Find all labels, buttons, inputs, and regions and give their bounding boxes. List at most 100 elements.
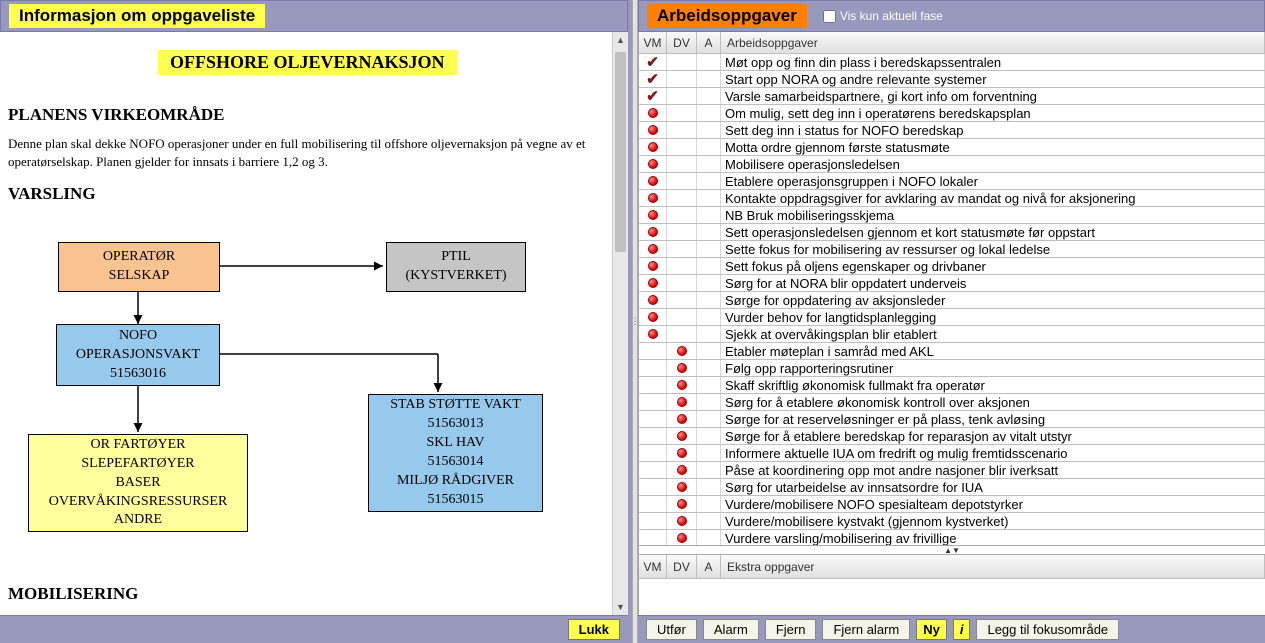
table-row[interactable]: Skaff skriftlig økonomisk fullmakt fra o…: [639, 377, 1265, 394]
task-cell[interactable]: NB Bruk mobiliseringsskjema: [721, 207, 1265, 223]
vm-cell[interactable]: ✔: [639, 54, 667, 70]
scroll-up-icon[interactable]: ▲: [613, 32, 628, 48]
table-row[interactable]: Sjekk at overvåkingsplan blir etablert: [639, 326, 1265, 343]
task-cell[interactable]: Etabler møteplan i samråd med AKL: [721, 343, 1265, 359]
a-cell[interactable]: [697, 275, 721, 291]
table-row[interactable]: Sørge for at reserveløsninger er på plas…: [639, 411, 1265, 428]
task-cell[interactable]: Sette fokus for mobilisering av ressurse…: [721, 241, 1265, 257]
vm-cell[interactable]: ✔: [639, 88, 667, 104]
a-cell[interactable]: [697, 513, 721, 529]
horizontal-splitter[interactable]: ▲▼: [639, 545, 1265, 555]
dv-cell[interactable]: [667, 462, 697, 478]
task-cell[interactable]: Sjekk at overvåkingsplan blir etablert: [721, 326, 1265, 342]
a-cell[interactable]: [697, 207, 721, 223]
col-task[interactable]: Arbeidsoppgaver: [721, 32, 1265, 53]
scroll-thumb[interactable]: [615, 52, 626, 252]
col-a[interactable]: A: [697, 32, 721, 53]
dv-cell[interactable]: [667, 54, 697, 70]
dv-cell[interactable]: [667, 190, 697, 206]
dv-cell[interactable]: [667, 445, 697, 461]
task-cell[interactable]: Sørg for utarbeidelse av innsatsordre fo…: [721, 479, 1265, 495]
dv-cell[interactable]: [667, 496, 697, 512]
dv-cell[interactable]: [667, 275, 697, 291]
table-row[interactable]: NB Bruk mobiliseringsskjema: [639, 207, 1265, 224]
vm-cell[interactable]: [639, 360, 667, 376]
dv-cell[interactable]: [667, 156, 697, 172]
dv-cell[interactable]: [667, 309, 697, 325]
vm-cell[interactable]: [639, 207, 667, 223]
vm-cell[interactable]: [639, 394, 667, 410]
table-row[interactable]: Vurdere/mobilisere kystvakt (gjennom kys…: [639, 513, 1265, 530]
extra-col-a[interactable]: A: [697, 555, 721, 578]
task-cell[interactable]: Mobilisere operasjonsledelsen: [721, 156, 1265, 172]
legg-til-button[interactable]: Legg til fokusområde: [976, 619, 1119, 640]
vm-cell[interactable]: [639, 156, 667, 172]
vm-cell[interactable]: [639, 428, 667, 444]
a-cell[interactable]: [697, 105, 721, 121]
table-row[interactable]: Sett operasjonsledelsen gjennom et kort …: [639, 224, 1265, 241]
task-cell[interactable]: Vurdere varsling/mobilisering av frivill…: [721, 530, 1265, 545]
vm-cell[interactable]: [639, 513, 667, 529]
scroll-down-icon[interactable]: ▼: [613, 599, 628, 615]
extra-col-task[interactable]: Ekstra oppgaver: [721, 555, 1265, 578]
a-cell[interactable]: [697, 241, 721, 257]
utfor-button[interactable]: Utfør: [646, 619, 697, 640]
task-cell[interactable]: Kontakte oppdragsgiver for avklaring av …: [721, 190, 1265, 206]
dv-cell[interactable]: [667, 411, 697, 427]
vm-cell[interactable]: [639, 309, 667, 325]
task-cell[interactable]: Etablere operasjonsgruppen i NOFO lokale…: [721, 173, 1265, 189]
task-cell[interactable]: Motta ordre gjennom første statusmøte: [721, 139, 1265, 155]
fjern-button[interactable]: Fjern: [765, 619, 817, 640]
extra-col-vm[interactable]: VM: [639, 555, 667, 578]
dv-cell[interactable]: [667, 71, 697, 87]
a-cell[interactable]: [697, 479, 721, 495]
a-cell[interactable]: [697, 496, 721, 512]
phase-filter-checkbox[interactable]: [823, 10, 836, 23]
dv-cell[interactable]: [667, 105, 697, 121]
vm-cell[interactable]: [639, 326, 667, 342]
dv-cell[interactable]: [667, 377, 697, 393]
a-cell[interactable]: [697, 54, 721, 70]
dv-cell[interactable]: [667, 360, 697, 376]
task-cell[interactable]: Sett operasjonsledelsen gjennom et kort …: [721, 224, 1265, 240]
a-cell[interactable]: [697, 530, 721, 545]
vm-cell[interactable]: [639, 275, 667, 291]
table-row[interactable]: Vurdere/mobilisere NOFO spesialteam depo…: [639, 496, 1265, 513]
left-scrollbar[interactable]: ▲ ▼: [612, 32, 628, 615]
vm-cell[interactable]: [639, 479, 667, 495]
table-row[interactable]: Sørge for å etablere beredskap for repar…: [639, 428, 1265, 445]
task-cell[interactable]: Vurdere/mobilisere NOFO spesialteam depo…: [721, 496, 1265, 512]
dv-cell[interactable]: [667, 224, 697, 240]
a-cell[interactable]: [697, 326, 721, 342]
vm-cell[interactable]: [639, 258, 667, 274]
close-button[interactable]: Lukk: [568, 619, 620, 640]
a-cell[interactable]: [697, 88, 721, 104]
a-cell[interactable]: [697, 394, 721, 410]
task-cell[interactable]: Om mulig, sett deg inn i operatørens ber…: [721, 105, 1265, 121]
table-row[interactable]: Informere aktuelle IUA om fredrift og mu…: [639, 445, 1265, 462]
table-row[interactable]: Sørge for oppdatering av aksjonsleder: [639, 292, 1265, 309]
tasks-body[interactable]: ✔Møt opp og finn din plass i beredskapss…: [639, 54, 1265, 545]
table-row[interactable]: Sørg for at NORA blir oppdatert undervei…: [639, 275, 1265, 292]
vm-cell[interactable]: [639, 292, 667, 308]
task-cell[interactable]: Informere aktuelle IUA om fredrift og mu…: [721, 445, 1265, 461]
a-cell[interactable]: [697, 343, 721, 359]
dv-cell[interactable]: [667, 428, 697, 444]
vm-cell[interactable]: [639, 224, 667, 240]
table-row[interactable]: Vurder behov for langtidsplanlegging: [639, 309, 1265, 326]
phase-filter[interactable]: Vis kun aktuell fase: [823, 9, 943, 23]
task-cell[interactable]: Start opp NORA og andre relevante system…: [721, 71, 1265, 87]
extra-col-dv[interactable]: DV: [667, 555, 697, 578]
task-cell[interactable]: Skaff skriftlig økonomisk fullmakt fra o…: [721, 377, 1265, 393]
table-row[interactable]: Kontakte oppdragsgiver for avklaring av …: [639, 190, 1265, 207]
task-cell[interactable]: Varsle samarbeidspartnere, gi kort info …: [721, 88, 1265, 104]
table-row[interactable]: Om mulig, sett deg inn i operatørens ber…: [639, 105, 1265, 122]
dv-cell[interactable]: [667, 173, 697, 189]
task-cell[interactable]: Vurder behov for langtidsplanlegging: [721, 309, 1265, 325]
task-cell[interactable]: Vurdere/mobilisere kystvakt (gjennom kys…: [721, 513, 1265, 529]
dv-cell[interactable]: [667, 479, 697, 495]
table-row[interactable]: Etablere operasjonsgruppen i NOFO lokale…: [639, 173, 1265, 190]
table-row[interactable]: Motta ordre gjennom første statusmøte: [639, 139, 1265, 156]
vm-cell[interactable]: [639, 411, 667, 427]
vm-cell[interactable]: [639, 496, 667, 512]
